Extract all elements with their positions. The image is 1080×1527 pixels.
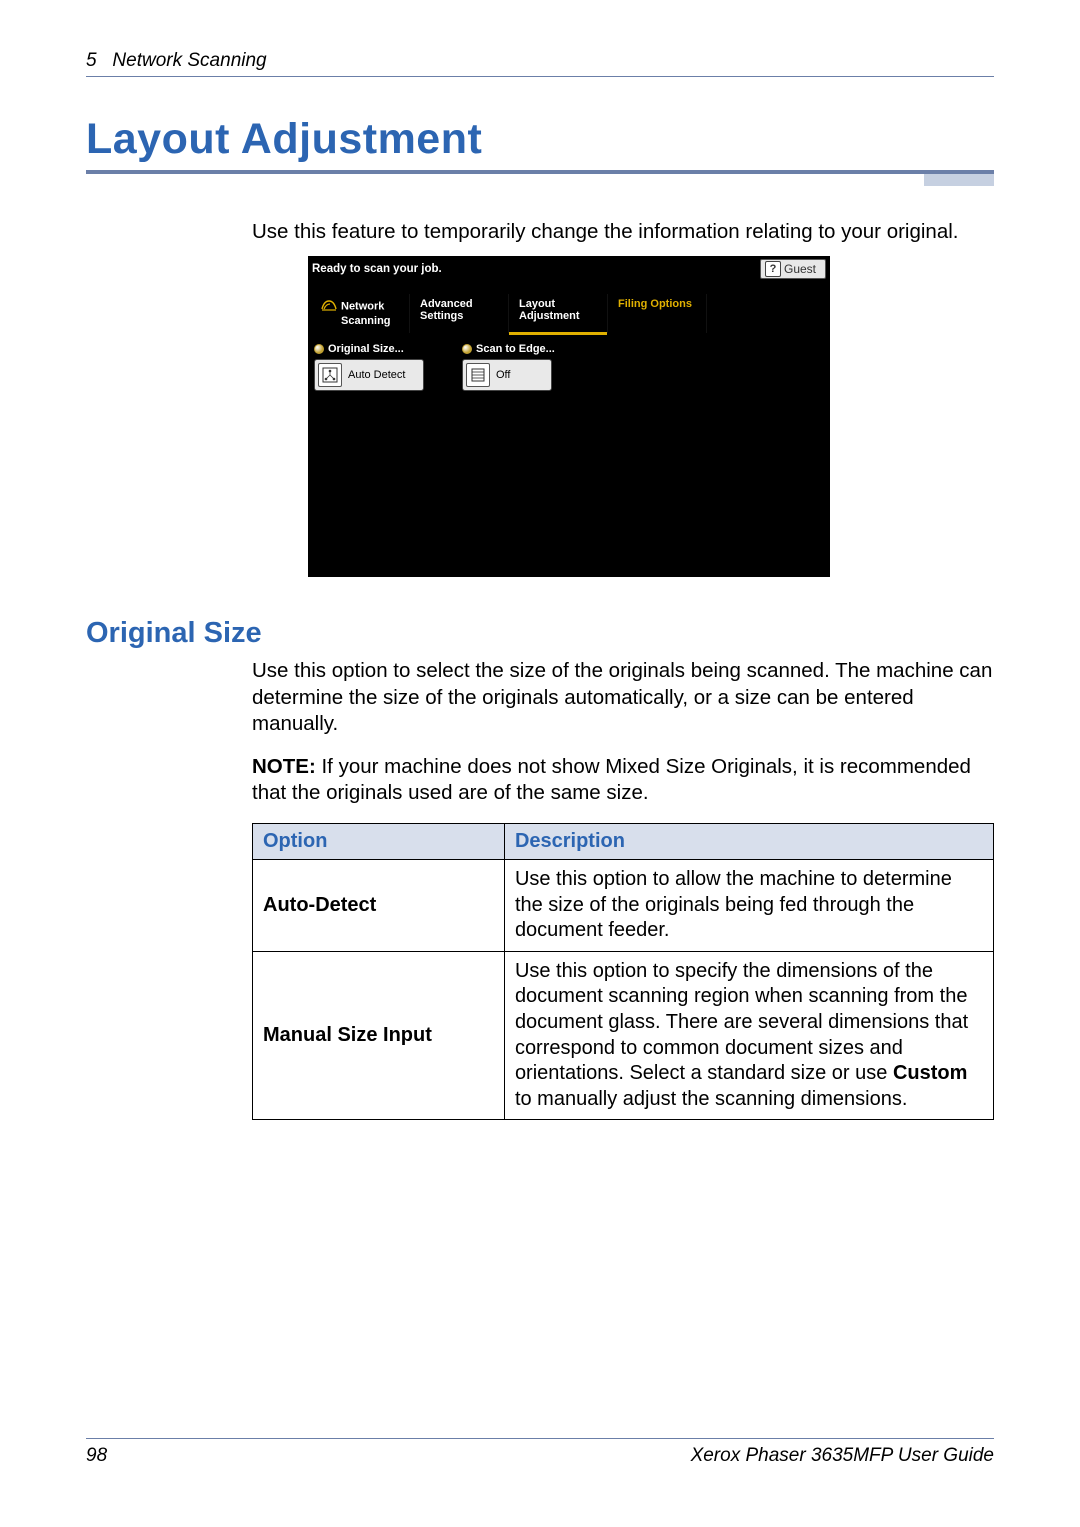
subsection-paragraph-1: Use this option to select the size of th… bbox=[252, 658, 994, 738]
scan-to-edge-button[interactable]: Off bbox=[462, 359, 552, 391]
device-tabs: Network Scanning Advanced Settings Layou… bbox=[308, 282, 830, 333]
desc-post: to manually adjust the scanning dimensio… bbox=[515, 1088, 907, 1110]
table-row: Auto-Detect Use this option to allow the… bbox=[253, 860, 994, 952]
option-group-original-size: Original Size... Auto Detect bbox=[314, 343, 424, 391]
intro-paragraph: Use this feature to temporarily change t… bbox=[86, 218, 994, 246]
bullet-icon bbox=[462, 344, 472, 354]
tab-advanced-settings[interactable]: Advanced Settings bbox=[410, 294, 509, 333]
subsection-title: Original Size bbox=[86, 617, 994, 650]
tab-label-line2: Adjustment bbox=[519, 310, 580, 322]
help-icon: ? bbox=[765, 261, 781, 277]
note-label: NOTE: bbox=[252, 755, 316, 778]
chapter-number: 5 bbox=[86, 50, 97, 71]
tab-filing-options[interactable]: Filing Options bbox=[608, 294, 707, 333]
page-footer: 98 Xerox Phaser 3635MFP User Guide bbox=[86, 1438, 994, 1467]
status-message: Ready to scan your job. bbox=[312, 263, 442, 275]
auto-detect-icon bbox=[318, 363, 342, 387]
table-row: Manual Size Input Use this option to spe… bbox=[253, 951, 994, 1120]
tab-label-line2: Scanning bbox=[341, 315, 391, 327]
tab-label-line2: Settings bbox=[420, 310, 463, 322]
option-description: Use this option to allow the machine to … bbox=[504, 860, 993, 952]
tab-label-line1: Filing Options bbox=[618, 298, 692, 310]
device-body: Original Size... Auto Detect bbox=[308, 333, 830, 397]
options-table: Option Description Auto-Detect Use this … bbox=[252, 823, 994, 1120]
button-label: Auto Detect bbox=[348, 369, 405, 381]
option-name: Auto-Detect bbox=[253, 860, 505, 952]
option-group-label: Scan to Edge... bbox=[476, 343, 555, 355]
table-header-description: Description bbox=[504, 824, 993, 860]
title-rule bbox=[86, 170, 994, 174]
scan-icon bbox=[321, 298, 337, 315]
running-header: 5 Network Scanning bbox=[86, 50, 994, 77]
tab-label-line1: Network bbox=[341, 300, 384, 312]
scan-edge-icon bbox=[466, 363, 490, 387]
desc-bold: Custom bbox=[893, 1062, 967, 1084]
original-size-button[interactable]: Auto Detect bbox=[314, 359, 424, 391]
device-ui-screenshot: Ready to scan your job. ? Guest Network … bbox=[308, 256, 830, 577]
table-header-option: Option bbox=[253, 824, 505, 860]
button-label: Off bbox=[496, 369, 510, 381]
document-title: Xerox Phaser 3635MFP User Guide bbox=[691, 1445, 994, 1467]
option-description: Use this option to specify the dimension… bbox=[504, 951, 993, 1120]
user-badge[interactable]: ? Guest bbox=[760, 259, 826, 279]
tab-network-scanning[interactable]: Network Scanning bbox=[311, 294, 410, 333]
page-title: Layout Adjustment bbox=[86, 115, 994, 164]
option-name: Manual Size Input bbox=[253, 951, 505, 1120]
option-group-label: Original Size... bbox=[328, 343, 404, 355]
note-text: If your machine does not show Mixed Size… bbox=[252, 755, 971, 805]
bullet-icon bbox=[314, 344, 324, 354]
page-number: 98 bbox=[86, 1445, 107, 1467]
user-label: Guest bbox=[784, 262, 816, 276]
device-statusbar: Ready to scan your job. ? Guest bbox=[308, 256, 830, 282]
tab-label-line1: Advanced bbox=[420, 298, 473, 310]
tab-label-line1: Layout bbox=[519, 298, 555, 310]
tab-layout-adjustment[interactable]: Layout Adjustment bbox=[509, 294, 608, 333]
subsection-note: NOTE: If your machine does not show Mixe… bbox=[252, 754, 994, 807]
chapter-title: Network Scanning bbox=[112, 50, 266, 71]
option-group-scan-to-edge: Scan to Edge... Off bbox=[462, 343, 555, 391]
